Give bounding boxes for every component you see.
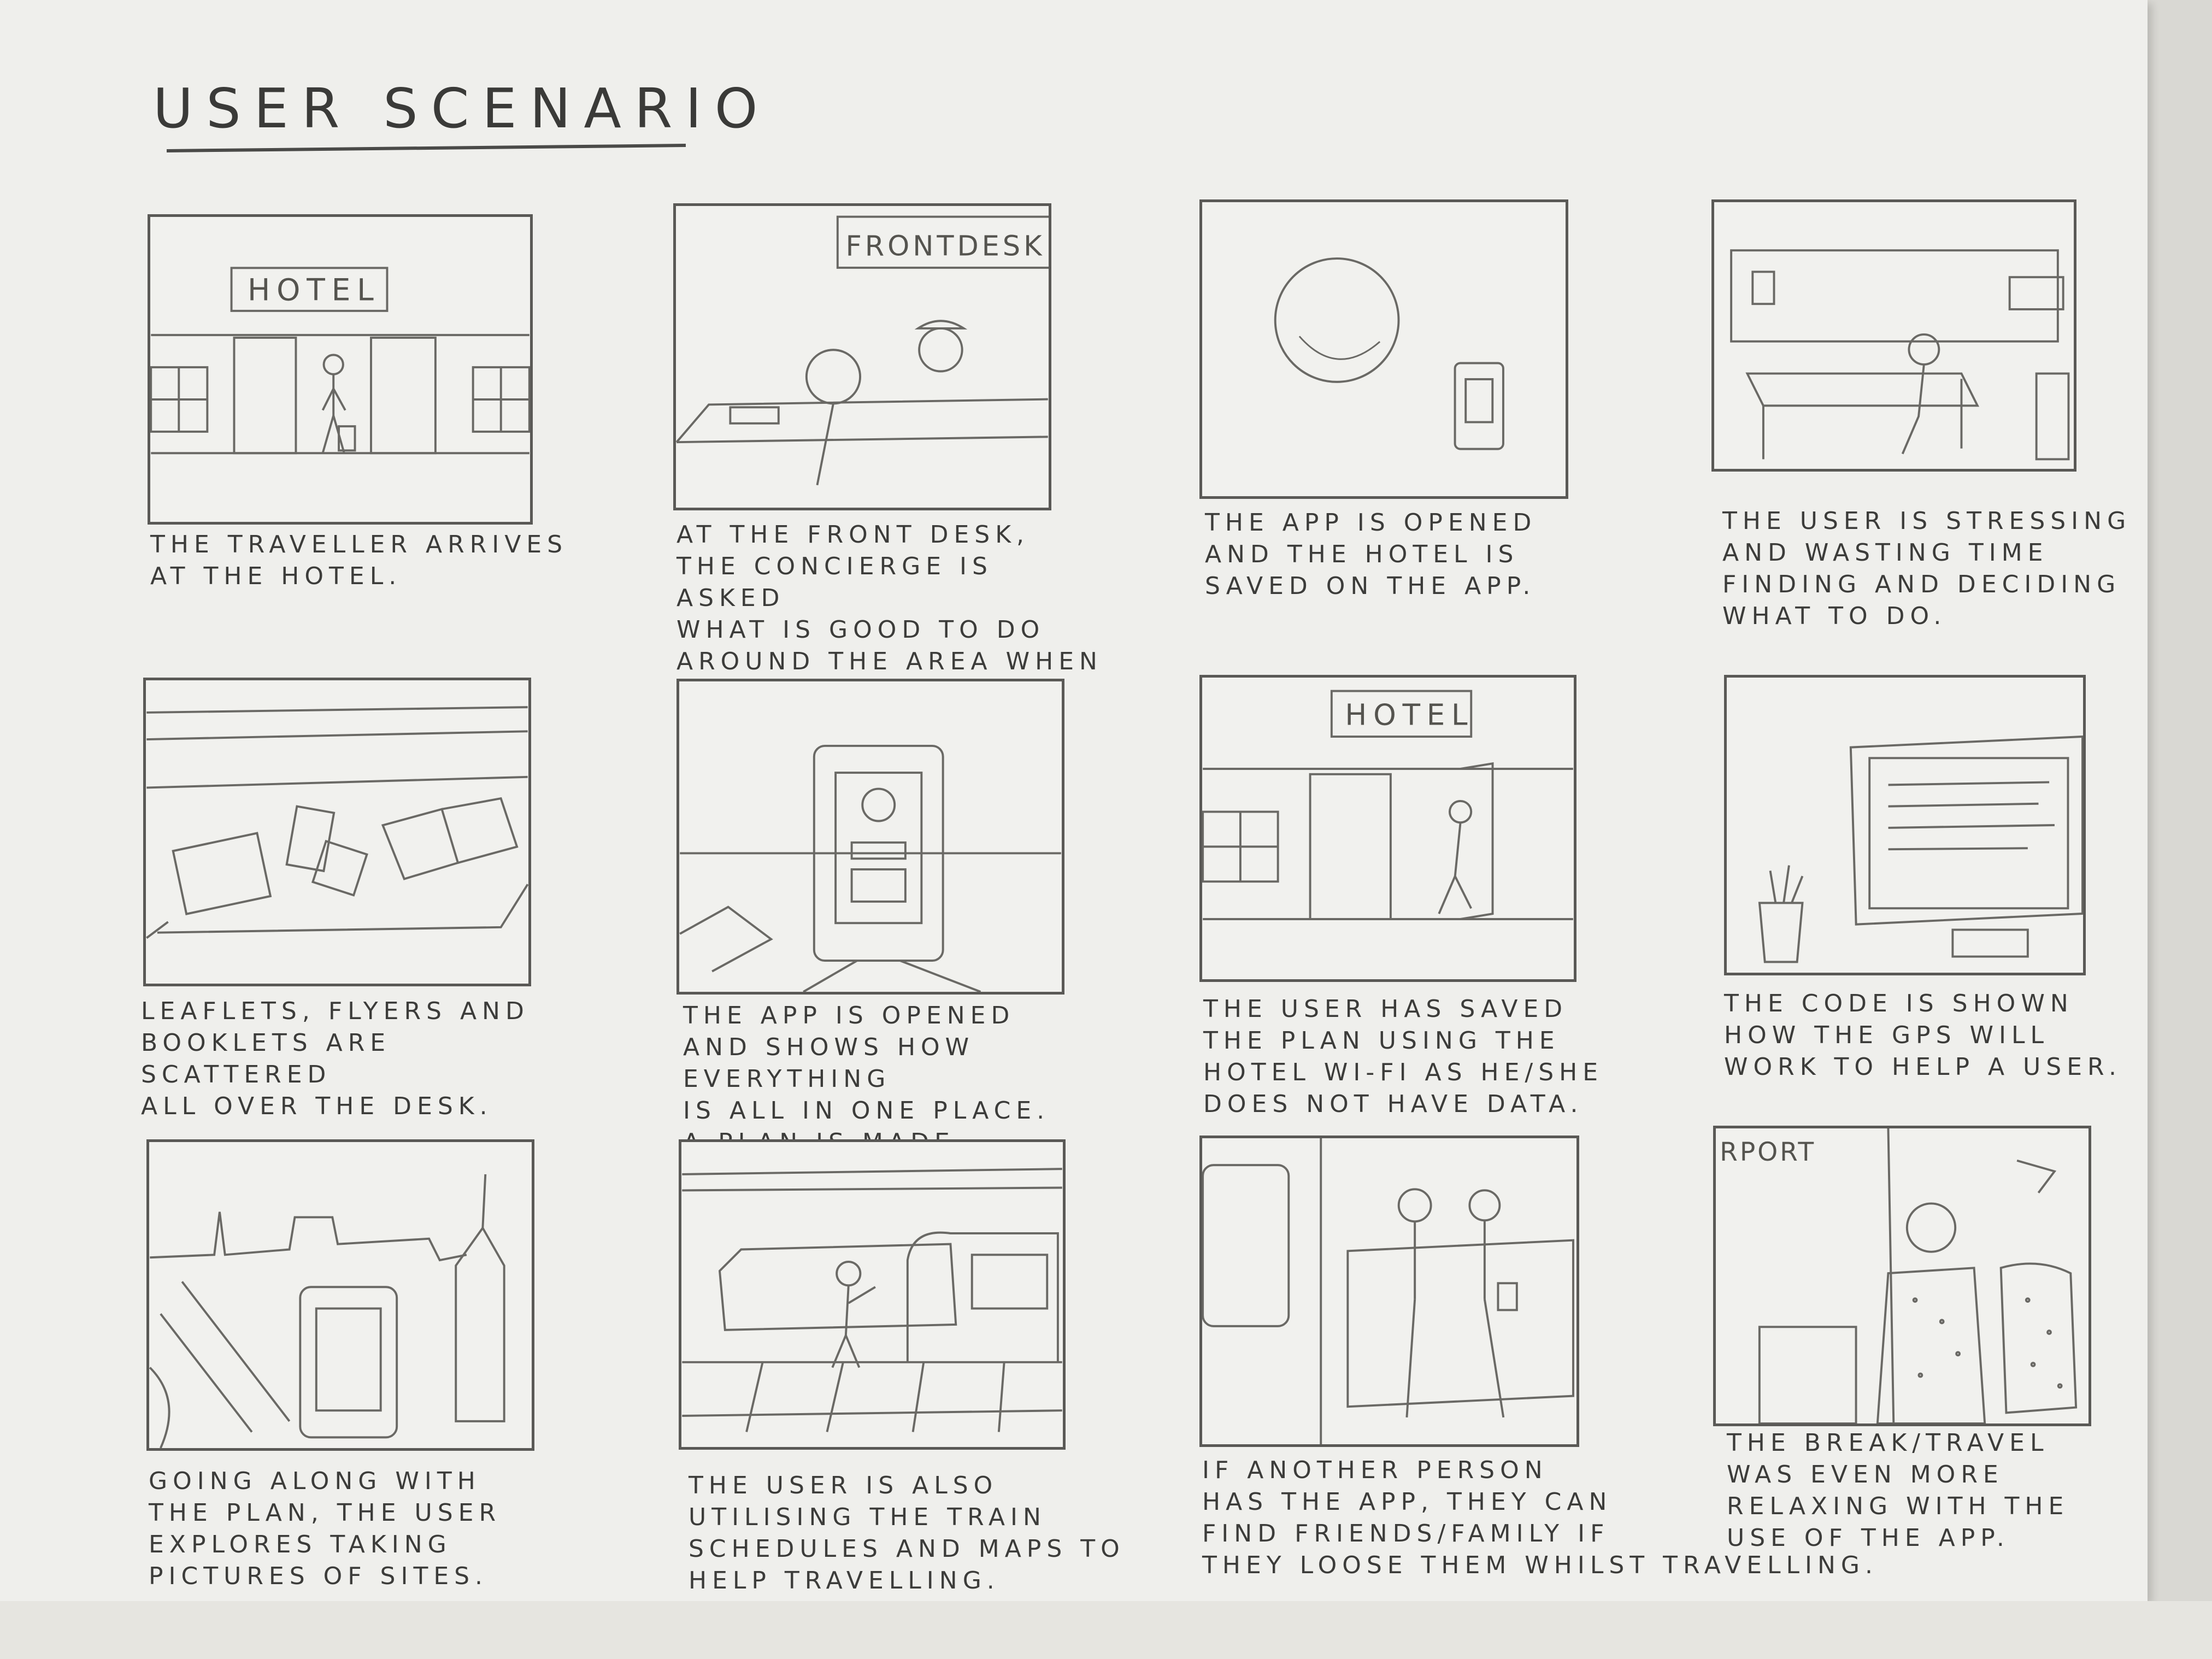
panel-12-frame: RPORT (1713, 1126, 2091, 1426)
panel-11-frame (1199, 1136, 1579, 1447)
page-title: USER SCENARIO (153, 77, 771, 140)
panel-6-frame (676, 679, 1064, 995)
panel-9-frame (146, 1139, 534, 1451)
panel-7-frame: HOTEL (1199, 675, 1576, 982)
panel-4-frame (1711, 199, 2076, 472)
panel-6-caption: THE APP IS OPENED AND SHOWS HOW EVERYTHI… (683, 1002, 1050, 1156)
panel-8-caption: THE CODE IS SHOWN HOW THE GPS WILL WORK … (1724, 990, 2122, 1081)
paper-below (0, 1601, 2212, 1659)
panel-5-caption: LEAFLETS, FLYERS AND BOOKLETS ARE SCATTE… (141, 997, 530, 1120)
panel-10-frame (679, 1139, 1066, 1450)
panel-8-frame (1724, 675, 2086, 975)
panel-9-caption: GOING ALONG WITH THE PLAN, THE USER EXPL… (149, 1467, 502, 1590)
panel-12-caption: THE BREAK/TRAVEL WAS EVEN MORE RELAXING … (1727, 1429, 2069, 1552)
panel-2-frame: FRONTDESK (673, 203, 1051, 510)
panel-1-caption: THE TRAVELLER ARRIVES AT THE HOTEL. (150, 531, 568, 590)
panel-1-sign: HOTEL (248, 272, 380, 307)
panel-3-frame (1199, 199, 1568, 499)
panel-7-sign: HOTEL (1345, 698, 1474, 732)
panel-1-frame: HOTEL (148, 214, 533, 525)
panel-4-caption: THE USER IS STRESSING AND WASTING TIME F… (1722, 507, 2132, 630)
panel-2-sign: FRONTDESK (846, 230, 1045, 262)
panel-3-caption: THE APP IS OPENED AND THE HOTEL IS SAVED… (1205, 509, 1537, 600)
panel-12-sign: RPORT (1720, 1137, 1816, 1167)
panel-10-caption: THE USER IS ALSO UTILISING THE TRAIN SCH… (689, 1472, 1125, 1595)
panel-5-frame (143, 678, 531, 986)
panel-7-caption: THE USER HAS SAVED THE PLAN USING THE HO… (1203, 995, 1604, 1118)
